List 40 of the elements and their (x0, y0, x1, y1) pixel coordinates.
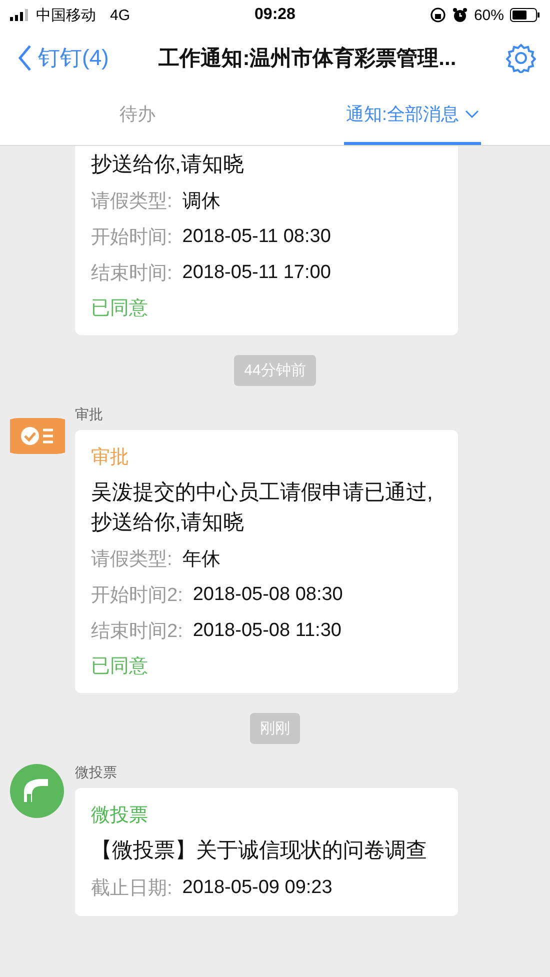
field-label: 请假类型: (91, 548, 172, 572)
settings-icon[interactable] (506, 42, 536, 72)
message-card[interactable]: 审批 吴泼提交的中心员工请假申请已通过,抄送给你,请知晓 请假类型: 年休 开始时间2: 2018-05-08 08:30 结束时间2: 2018-05-08 11:30 已同意 (75, 430, 458, 694)
field-value: 调休 (182, 190, 220, 214)
field-value: 年休 (182, 548, 220, 572)
field-label: 结束时间: (91, 262, 172, 286)
battery-percent: 60% (474, 6, 504, 24)
approval-status: 已同意 (91, 297, 149, 322)
message-text: 抄送给你,请知晓 (91, 152, 245, 178)
field-label: 开始时间: (91, 226, 172, 250)
field-value: 2018-05-09 09:23 (182, 876, 332, 899)
sender-name: 微投票 (75, 764, 118, 782)
message-card[interactable]: 微投票 【微投票】关于诚信现状的问卷调查 截止日期: 2018-05-09 09:23 (75, 788, 458, 916)
field-label: 开始时间2: (91, 584, 183, 608)
clock-time: 09:28 (254, 6, 296, 24)
message-text: 【微投票】关于诚信现状的问卷调查 (91, 838, 428, 864)
alarm-icon (452, 7, 468, 23)
chat-title: 工作通知:温州市体育彩票管理... (158, 45, 458, 72)
network-type: 4G (110, 6, 130, 24)
field-value: 2018-05-11 08:30 (182, 226, 331, 248)
card-title: 审批 (91, 446, 130, 470)
approval-icon (10, 418, 65, 454)
approval-status: 已同意 (91, 655, 149, 680)
sender-name: 审批 (75, 406, 104, 424)
field-value: 2018-05-08 08:30 (192, 584, 343, 606)
back-chevron-icon (18, 44, 32, 72)
signal-icon (10, 9, 30, 21)
message-text: 吴泼提交的中心员工请假申请已通过,抄送给你,请知晓 (91, 480, 434, 536)
carrier-name: 中国移动 (36, 6, 96, 24)
card-title: 微投票 (91, 804, 149, 828)
field-label: 结束时间2: (91, 620, 183, 644)
pipe-icon (10, 764, 64, 818)
field-value: 2018-05-11 17:00 (182, 262, 331, 284)
message-card[interactable]: 抄送给你,请知晓 请假类型: 调休 开始时间: 2018-05-11 08:30 结束时间: 2018-05-11 17:00 已同意 (75, 146, 458, 336)
dropdown-caret-icon (465, 110, 479, 118)
rotation-lock-icon (430, 7, 446, 23)
field-label: 请假类型: (91, 190, 172, 214)
field-value: 2018-05-08 11:30 (192, 620, 342, 642)
field-label: 截止日期: (91, 876, 172, 901)
battery-icon (510, 8, 540, 22)
